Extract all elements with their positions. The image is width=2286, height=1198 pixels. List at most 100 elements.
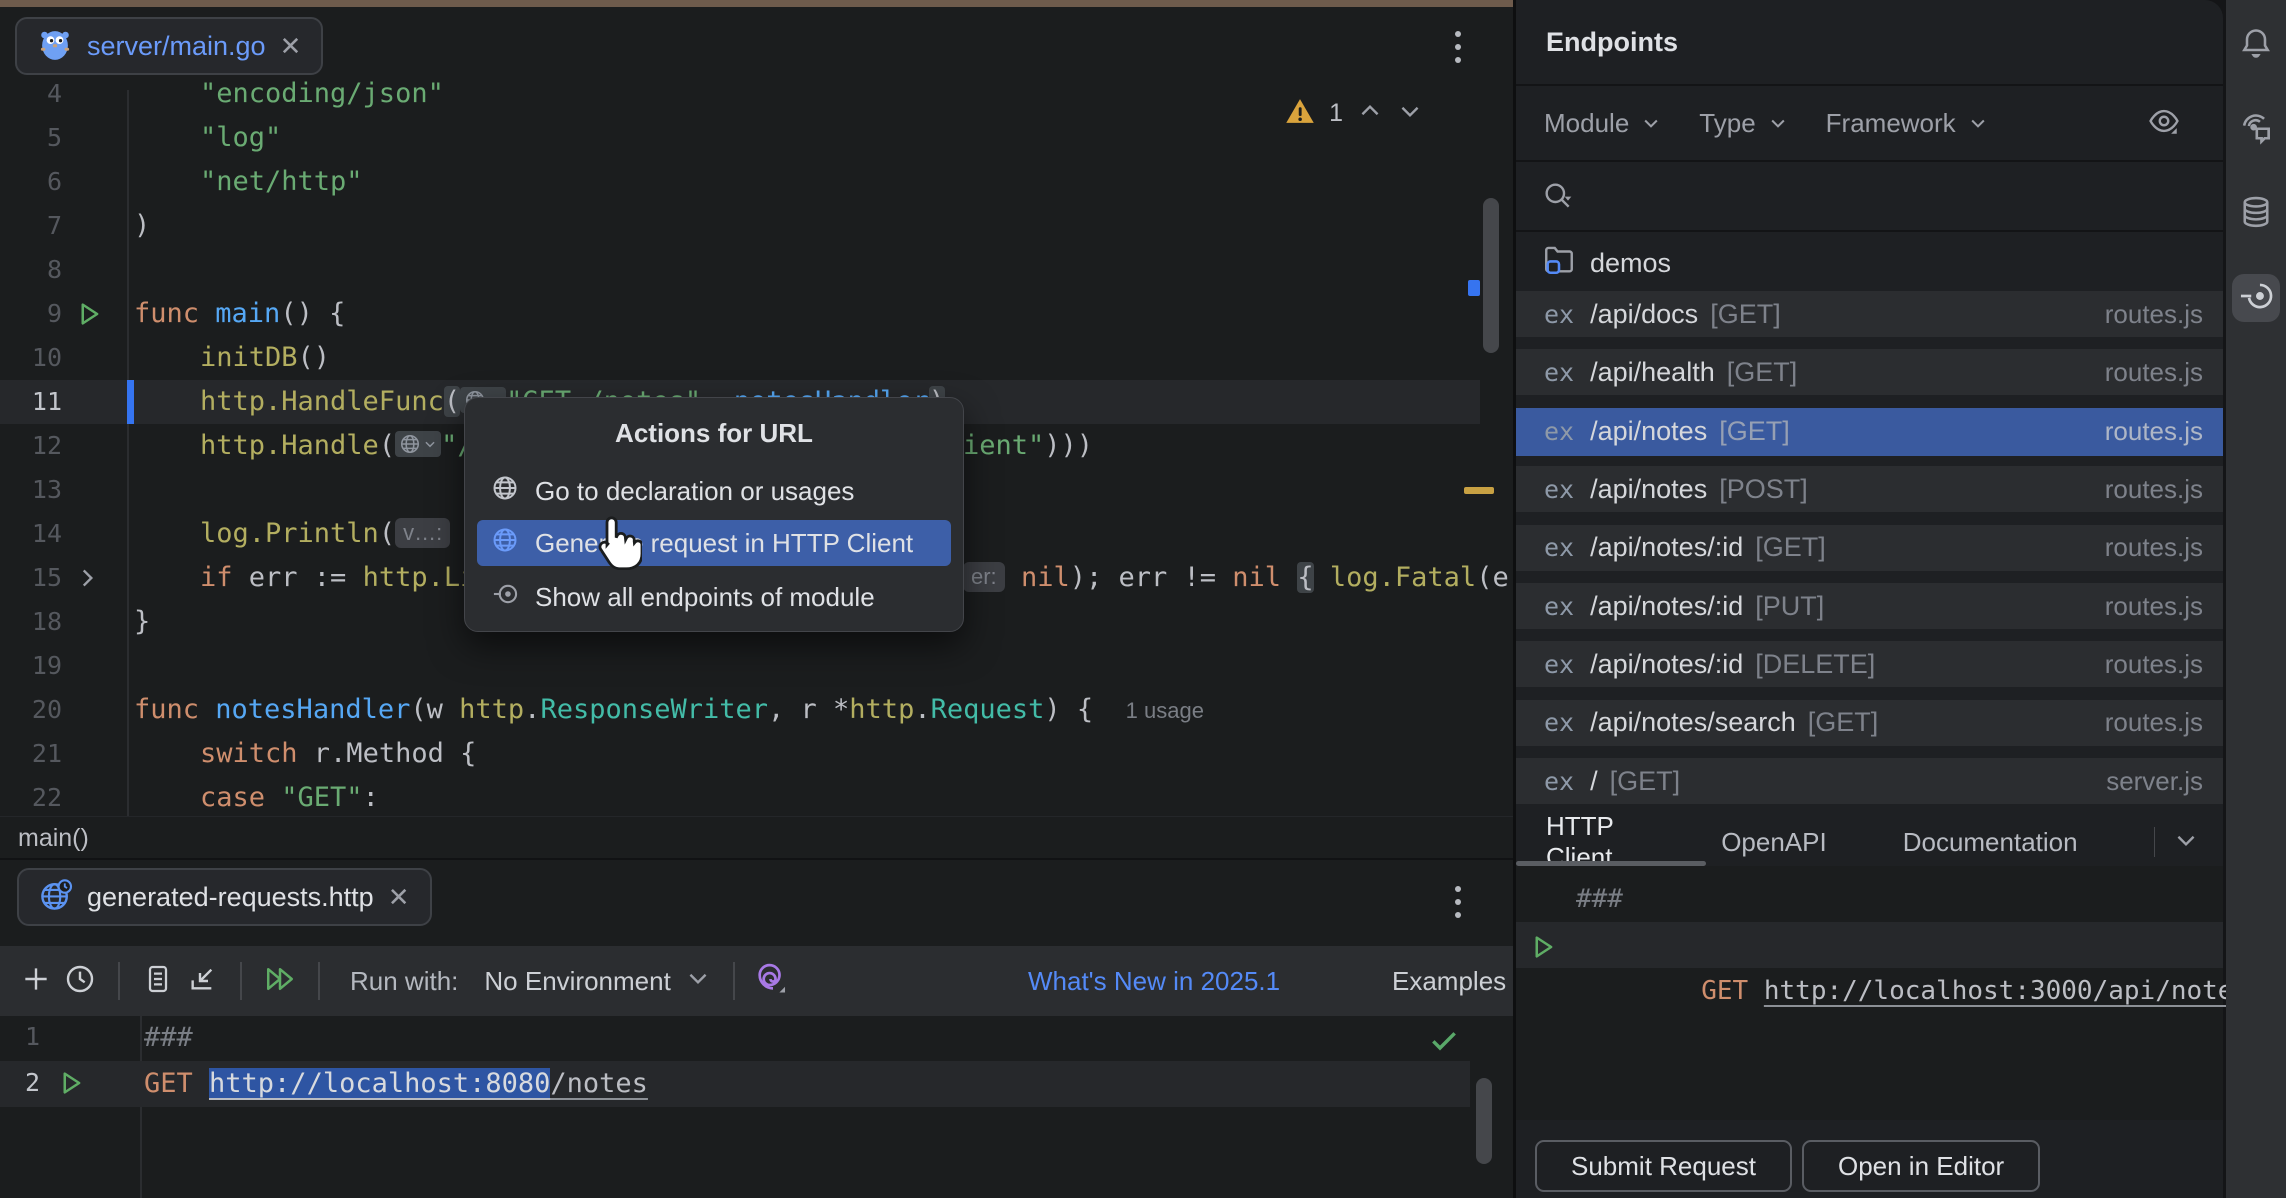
popup-item-go-to-declaration-or-usages[interactable]: Go to declaration or usages: [477, 468, 951, 514]
endpoint-path: /api/notes/:id: [1590, 532, 1743, 563]
code-line[interactable]: func notesHandler(w http.ResponseWriter,…: [0, 688, 1489, 732]
filter-type[interactable]: Type: [1699, 108, 1787, 139]
http-file-icon: [39, 878, 73, 917]
import-requests-icon[interactable]: [180, 959, 224, 1003]
endpoint-path: /api/notes: [1590, 474, 1707, 505]
code-line[interactable]: GET http://localhost:8080/notes: [0, 1061, 1489, 1107]
endpoint-row[interactable]: ex/[GET]server.js: [1516, 758, 2223, 804]
code-line[interactable]: [0, 644, 1489, 688]
close-tab-icon[interactable]: ✕: [280, 33, 302, 59]
code-line[interactable]: initDB(): [0, 336, 1489, 380]
endpoint-row[interactable]: ex/api/notes/search[GET]routes.js: [1516, 700, 2223, 746]
code-line[interactable]: switch r.Method {: [0, 732, 1489, 776]
globe-gray-icon: [491, 474, 519, 509]
whats-new-link[interactable]: What's New in 2025.1: [1028, 966, 1280, 997]
http-client-swirl-icon[interactable]: [751, 959, 795, 1003]
endpoint-method: [GET]: [1610, 766, 1681, 797]
preview-separator-line: ###: [1576, 876, 2283, 922]
http-requests-pane[interactable]: generated-requests.http ✕ Run with: No E…: [0, 858, 1513, 1198]
endpoints-tool-icon[interactable]: [2232, 274, 2280, 322]
http-pane-kebab-icon[interactable]: [1451, 880, 1465, 924]
endpoint-path: /api/docs: [1590, 299, 1698, 330]
endpoint-row[interactable]: ex/api/health[GET]routes.js: [1516, 349, 2223, 395]
code-line[interactable]: ###: [0, 1015, 1489, 1061]
code-line[interactable]: "log": [0, 116, 1489, 160]
endpoint-row[interactable]: ex/api/notes/:id[DELETE]routes.js: [1516, 641, 2223, 687]
popup-item-show-all-endpoints-of-module[interactable]: Show all endpoints of module: [477, 574, 951, 620]
code-line[interactable]: "net/http": [0, 160, 1489, 204]
preview-request-line[interactable]: GET http://localhost:3000/api/notes: [1576, 922, 2283, 968]
framework-badge: ex: [1544, 592, 1574, 621]
ai-chat-icon[interactable]: [2232, 106, 2280, 154]
endpoint-method: [GET]: [1808, 707, 1879, 738]
filter-module[interactable]: Module: [1544, 108, 1661, 139]
popup-title: Actions for URL: [465, 418, 963, 449]
endpoint-method: [GET]: [1727, 357, 1798, 388]
endpoints-list: demos ex/api/docs[GET]routes.jsex/api/he…: [1516, 232, 2223, 818]
framework-badge: ex: [1544, 650, 1574, 679]
endpoint-method: [GET]: [1719, 416, 1790, 447]
open-in-editor-button[interactable]: Open in Editor: [1802, 1140, 2040, 1192]
breadcrumb[interactable]: main(): [0, 816, 1513, 858]
requests-log-icon[interactable]: [136, 959, 180, 1003]
notifications-bell-icon[interactable]: [2232, 22, 2280, 70]
tab-label: server/main.go: [87, 31, 266, 62]
run-request-icon[interactable]: [1528, 932, 1558, 967]
run-with-label: Run with:: [350, 966, 458, 997]
url-globe-inlay-icon[interactable]: [395, 431, 441, 457]
tab-documentation[interactable]: Documentation: [1903, 827, 2078, 858]
endpoint-row[interactable]: ex/api/notes/:id[GET]routes.js: [1516, 525, 2223, 571]
right-tool-stripe: [2226, 0, 2286, 1198]
tabs-more-chevron-icon[interactable]: [2173, 827, 2199, 858]
endpoint-path: /api/notes: [1590, 416, 1707, 447]
endpoint-file: routes.js: [2105, 299, 2203, 330]
requests-history-icon[interactable]: [58, 959, 102, 1003]
endpoint-file: routes.js: [2105, 649, 2203, 680]
endpoints-detail-tabs: HTTP ClientOpenAPIDocumentation: [1516, 818, 2223, 866]
tab-generated-requests[interactable]: generated-requests.http ✕: [17, 868, 432, 926]
endpoints-actions: Submit RequestOpen in Editor: [1516, 1140, 2223, 1192]
close-tab-icon[interactable]: ✕: [388, 884, 410, 910]
view-options-icon[interactable]: [2147, 104, 2181, 143]
endpoint-icon: [491, 580, 519, 615]
search-icon: [1542, 180, 1574, 217]
tab-openapi[interactable]: OpenAPI: [1721, 827, 1827, 858]
code-line[interactable]: [0, 248, 1489, 292]
window-top-edge: [0, 0, 1513, 7]
endpoint-row[interactable]: ex/api/docs[GET]routes.js: [1516, 291, 2223, 337]
endpoint-path: /: [1590, 766, 1598, 797]
http-client-preview[interactable]: ### GET http://localhost:3000/api/notes: [1516, 866, 2223, 1120]
framework-badge: ex: [1544, 300, 1574, 329]
editor-scrollbar[interactable]: [1483, 198, 1499, 353]
code-line[interactable]: "encoding/json": [0, 72, 1489, 116]
code-line[interactable]: ): [0, 204, 1489, 248]
tab-server-main-go[interactable]: server/main.go ✕: [15, 17, 323, 75]
http-editor[interactable]: 1###2GET http://localhost:8080/notes: [0, 1016, 1513, 1198]
module-folder-icon: [1542, 243, 1576, 284]
code-line[interactable]: case "GET":: [0, 776, 1489, 820]
database-icon[interactable]: [2232, 190, 2280, 238]
endpoint-path: /api/notes/:id: [1590, 591, 1743, 622]
endpoints-search[interactable]: [1516, 164, 2223, 232]
http-toolbar: Run with: No Environment What's New in 2…: [0, 946, 1513, 1016]
editor-options-kebab-icon[interactable]: [1451, 25, 1465, 69]
actions-for-url-popup: Actions for URL Go to declaration or usa…: [464, 397, 964, 632]
endpoint-method: [DELETE]: [1755, 649, 1875, 680]
endpoints-panel: Endpoints ModuleTypeFramework demos ex/a…: [1516, 0, 2223, 1198]
code-line[interactable]: func main() {: [0, 292, 1489, 336]
module-row-demos[interactable]: demos: [1516, 240, 2223, 286]
endpoint-row[interactable]: ex/api/notes/:id[PUT]routes.js: [1516, 583, 2223, 629]
endpoint-file: routes.js: [2105, 591, 2203, 622]
endpoint-file: routes.js: [2105, 474, 2203, 505]
popup-item-generate-request-in-http-client[interactable]: Generate request in HTTP Client: [477, 520, 951, 566]
endpoint-row[interactable]: ex/api/notes[POST]routes.js: [1516, 466, 2223, 512]
submit-request-button[interactable]: Submit Request: [1535, 1140, 1792, 1192]
endpoint-file: routes.js: [2105, 707, 2203, 738]
environment-select[interactable]: No Environment: [484, 965, 710, 998]
add-request-button[interactable]: [14, 959, 58, 1003]
endpoint-row[interactable]: ex/api/notes[GET]routes.js: [1516, 408, 2223, 456]
run-all-requests-icon[interactable]: [258, 959, 302, 1003]
http-editor-scrollbar[interactable]: [1476, 1078, 1492, 1164]
framework-badge: ex: [1544, 358, 1574, 387]
filter-framework[interactable]: Framework: [1826, 108, 1988, 139]
